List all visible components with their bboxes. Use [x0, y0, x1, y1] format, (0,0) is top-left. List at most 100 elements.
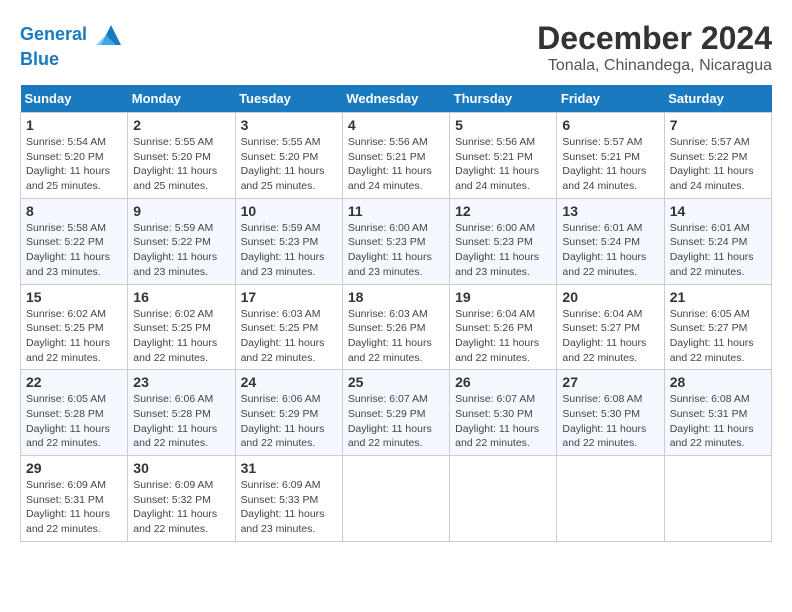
day-number: 2	[133, 117, 229, 133]
calendar-week-2: 8 Sunrise: 5:58 AMSunset: 5:22 PMDayligh…	[21, 198, 772, 284]
header-tuesday: Tuesday	[235, 85, 342, 113]
day-cell-20: 20 Sunrise: 6:04 AMSunset: 5:27 PMDaylig…	[557, 284, 664, 370]
day-info: Sunrise: 6:07 AMSunset: 5:29 PMDaylight:…	[348, 393, 432, 449]
logo-text: General	[20, 20, 126, 50]
day-info: Sunrise: 6:08 AMSunset: 5:30 PMDaylight:…	[562, 393, 646, 449]
day-cell-25: 25 Sunrise: 6:07 AMSunset: 5:29 PMDaylig…	[342, 370, 449, 456]
header-monday: Monday	[128, 85, 235, 113]
day-cell-23: 23 Sunrise: 6:06 AMSunset: 5:28 PMDaylig…	[128, 370, 235, 456]
empty-cell	[450, 456, 557, 542]
day-number: 31	[241, 460, 337, 476]
day-cell-3: 3 Sunrise: 5:55 AMSunset: 5:20 PMDayligh…	[235, 113, 342, 199]
day-number: 13	[562, 203, 658, 219]
day-cell-14: 14 Sunrise: 6:01 AMSunset: 5:24 PMDaylig…	[664, 198, 771, 284]
logo: General Blue	[20, 20, 126, 70]
calendar-week-5: 29 Sunrise: 6:09 AMSunset: 5:31 PMDaylig…	[21, 456, 772, 542]
day-number: 22	[26, 374, 122, 390]
day-info: Sunrise: 5:59 AMSunset: 5:22 PMDaylight:…	[133, 222, 217, 278]
day-info: Sunrise: 6:06 AMSunset: 5:28 PMDaylight:…	[133, 393, 217, 449]
header-friday: Friday	[557, 85, 664, 113]
day-cell-27: 27 Sunrise: 6:08 AMSunset: 5:30 PMDaylig…	[557, 370, 664, 456]
header-wednesday: Wednesday	[342, 85, 449, 113]
day-cell-26: 26 Sunrise: 6:07 AMSunset: 5:30 PMDaylig…	[450, 370, 557, 456]
day-number: 10	[241, 203, 337, 219]
day-number: 19	[455, 289, 551, 305]
day-cell-29: 29 Sunrise: 6:09 AMSunset: 5:31 PMDaylig…	[21, 456, 128, 542]
day-number: 12	[455, 203, 551, 219]
day-number: 1	[26, 117, 122, 133]
header-saturday: Saturday	[664, 85, 771, 113]
calendar-week-1: 1 Sunrise: 5:54 AMSunset: 5:20 PMDayligh…	[21, 113, 772, 199]
location-title: Tonala, Chinandega, Nicaragua	[537, 57, 772, 75]
day-info: Sunrise: 5:57 AMSunset: 5:22 PMDaylight:…	[670, 136, 754, 192]
day-number: 24	[241, 374, 337, 390]
day-number: 21	[670, 289, 766, 305]
month-title: December 2024	[537, 20, 772, 57]
calendar-week-4: 22 Sunrise: 6:05 AMSunset: 5:28 PMDaylig…	[21, 370, 772, 456]
day-number: 14	[670, 203, 766, 219]
empty-cell	[664, 456, 771, 542]
day-number: 8	[26, 203, 122, 219]
day-cell-4: 4 Sunrise: 5:56 AMSunset: 5:21 PMDayligh…	[342, 113, 449, 199]
day-number: 29	[26, 460, 122, 476]
day-info: Sunrise: 5:56 AMSunset: 5:21 PMDaylight:…	[455, 136, 539, 192]
day-info: Sunrise: 5:56 AMSunset: 5:21 PMDaylight:…	[348, 136, 432, 192]
day-cell-6: 6 Sunrise: 5:57 AMSunset: 5:21 PMDayligh…	[557, 113, 664, 199]
day-info: Sunrise: 6:02 AMSunset: 5:25 PMDaylight:…	[133, 308, 217, 364]
day-number: 4	[348, 117, 444, 133]
day-number: 16	[133, 289, 229, 305]
page-header: General Blue December 2024 Tonala, China…	[20, 20, 772, 75]
day-cell-24: 24 Sunrise: 6:06 AMSunset: 5:29 PMDaylig…	[235, 370, 342, 456]
day-cell-9: 9 Sunrise: 5:59 AMSunset: 5:22 PMDayligh…	[128, 198, 235, 284]
day-info: Sunrise: 6:03 AMSunset: 5:26 PMDaylight:…	[348, 308, 432, 364]
day-info: Sunrise: 6:07 AMSunset: 5:30 PMDaylight:…	[455, 393, 539, 449]
day-number: 11	[348, 203, 444, 219]
day-info: Sunrise: 6:00 AMSunset: 5:23 PMDaylight:…	[348, 222, 432, 278]
calendar-week-3: 15 Sunrise: 6:02 AMSunset: 5:25 PMDaylig…	[21, 284, 772, 370]
day-number: 28	[670, 374, 766, 390]
day-info: Sunrise: 5:59 AMSunset: 5:23 PMDaylight:…	[241, 222, 325, 278]
header-thursday: Thursday	[450, 85, 557, 113]
day-info: Sunrise: 6:06 AMSunset: 5:29 PMDaylight:…	[241, 393, 325, 449]
empty-cell	[557, 456, 664, 542]
day-info: Sunrise: 6:04 AMSunset: 5:27 PMDaylight:…	[562, 308, 646, 364]
day-cell-11: 11 Sunrise: 6:00 AMSunset: 5:23 PMDaylig…	[342, 198, 449, 284]
day-info: Sunrise: 6:01 AMSunset: 5:24 PMDaylight:…	[670, 222, 754, 278]
title-area: December 2024 Tonala, Chinandega, Nicara…	[537, 20, 772, 75]
day-cell-5: 5 Sunrise: 5:56 AMSunset: 5:21 PMDayligh…	[450, 113, 557, 199]
day-cell-2: 2 Sunrise: 5:55 AMSunset: 5:20 PMDayligh…	[128, 113, 235, 199]
day-cell-30: 30 Sunrise: 6:09 AMSunset: 5:32 PMDaylig…	[128, 456, 235, 542]
day-number: 5	[455, 117, 551, 133]
day-number: 27	[562, 374, 658, 390]
day-info: Sunrise: 6:05 AMSunset: 5:27 PMDaylight:…	[670, 308, 754, 364]
day-cell-21: 21 Sunrise: 6:05 AMSunset: 5:27 PMDaylig…	[664, 284, 771, 370]
day-info: Sunrise: 6:09 AMSunset: 5:33 PMDaylight:…	[241, 479, 325, 535]
logo-general: General	[20, 24, 87, 44]
day-info: Sunrise: 5:55 AMSunset: 5:20 PMDaylight:…	[241, 136, 325, 192]
day-info: Sunrise: 6:08 AMSunset: 5:31 PMDaylight:…	[670, 393, 754, 449]
day-number: 15	[26, 289, 122, 305]
day-info: Sunrise: 5:55 AMSunset: 5:20 PMDaylight:…	[133, 136, 217, 192]
day-info: Sunrise: 5:58 AMSunset: 5:22 PMDaylight:…	[26, 222, 110, 278]
day-number: 6	[562, 117, 658, 133]
day-info: Sunrise: 5:57 AMSunset: 5:21 PMDaylight:…	[562, 136, 646, 192]
header-sunday: Sunday	[21, 85, 128, 113]
calendar-table: SundayMondayTuesdayWednesdayThursdayFrid…	[20, 85, 772, 542]
day-cell-18: 18 Sunrise: 6:03 AMSunset: 5:26 PMDaylig…	[342, 284, 449, 370]
day-info: Sunrise: 6:00 AMSunset: 5:23 PMDaylight:…	[455, 222, 539, 278]
day-cell-12: 12 Sunrise: 6:00 AMSunset: 5:23 PMDaylig…	[450, 198, 557, 284]
day-number: 17	[241, 289, 337, 305]
day-number: 7	[670, 117, 766, 133]
empty-cell	[342, 456, 449, 542]
day-cell-8: 8 Sunrise: 5:58 AMSunset: 5:22 PMDayligh…	[21, 198, 128, 284]
day-number: 3	[241, 117, 337, 133]
day-info: Sunrise: 6:09 AMSunset: 5:32 PMDaylight:…	[133, 479, 217, 535]
day-cell-17: 17 Sunrise: 6:03 AMSunset: 5:25 PMDaylig…	[235, 284, 342, 370]
day-info: Sunrise: 6:05 AMSunset: 5:28 PMDaylight:…	[26, 393, 110, 449]
day-number: 26	[455, 374, 551, 390]
day-cell-15: 15 Sunrise: 6:02 AMSunset: 5:25 PMDaylig…	[21, 284, 128, 370]
day-info: Sunrise: 6:09 AMSunset: 5:31 PMDaylight:…	[26, 479, 110, 535]
day-number: 18	[348, 289, 444, 305]
day-number: 30	[133, 460, 229, 476]
day-info: Sunrise: 6:01 AMSunset: 5:24 PMDaylight:…	[562, 222, 646, 278]
